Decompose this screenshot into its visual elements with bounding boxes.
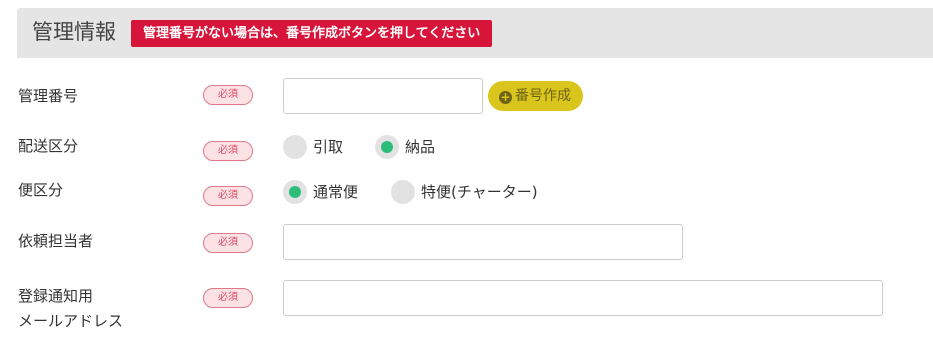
notification-email-input[interactable] (283, 280, 883, 316)
generate-number-button[interactable]: + 番号作成 (488, 81, 583, 111)
person-in-charge-input[interactable] (283, 224, 683, 260)
management-number-label: 管理番号 (18, 87, 79, 105)
radio-checked-icon (283, 180, 307, 204)
required-badge: 必須 (203, 233, 253, 253)
plus-circle-icon: + (499, 90, 512, 104)
required-badge: 必須 (203, 141, 253, 161)
radio-unchecked-icon (391, 180, 415, 204)
shipping-type-label: 便区分 (18, 181, 64, 199)
radio-regular-label: 通常便 (313, 183, 359, 201)
section-title: 管理情報 (32, 20, 116, 44)
required-badge: 必須 (203, 85, 253, 105)
notification-email-label-line2: メールアドレス (18, 312, 124, 330)
required-badge: 必須 (203, 186, 253, 206)
notice-badge: 管理番号がない場合は、番号作成ボタンを押してください (131, 20, 493, 47)
radio-charter-label: 特便(チャーター) (421, 183, 538, 201)
person-in-charge-label: 依頼担当者 (18, 232, 94, 250)
delivery-type-label: 配送区分 (18, 137, 79, 155)
radio-delivery-label: 納品 (405, 138, 436, 156)
management-number-input[interactable] (283, 78, 483, 114)
radio-unchecked-icon (283, 135, 307, 159)
radio-checked-icon (375, 135, 399, 159)
section-header: 管理情報 管理番号がない場合は、番号作成ボタンを押してください (17, 8, 933, 58)
notification-email-label-line1: 登録通知用 (18, 287, 94, 305)
generate-number-button-label: 番号作成 (515, 88, 571, 104)
radio-pickup-label: 引取 (313, 138, 344, 156)
required-badge: 必須 (203, 288, 253, 308)
